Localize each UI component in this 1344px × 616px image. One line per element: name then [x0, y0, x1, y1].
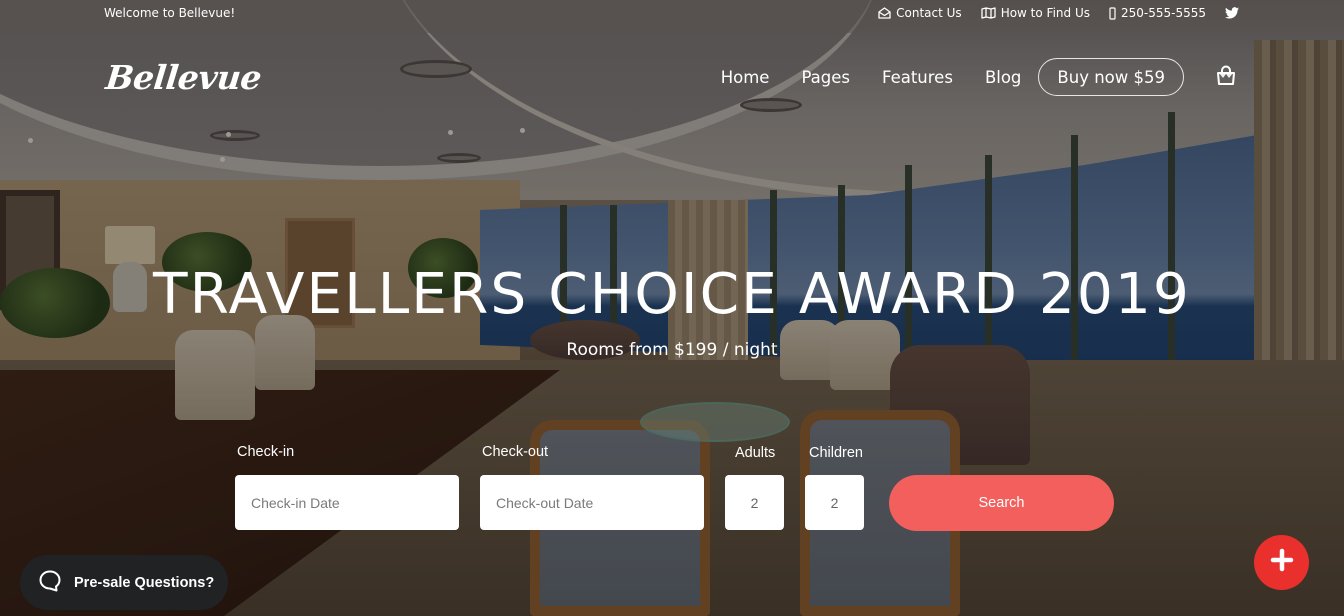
hero-title: TRAVELLERS CHOICE AWARD 2019: [153, 262, 1191, 327]
add-fab-button[interactable]: [1254, 535, 1309, 590]
main-nav: Home Pages Features Blog Buy now $59: [721, 58, 1236, 96]
children-label: Children: [809, 445, 863, 461]
chat-bubble-icon: [38, 569, 62, 597]
top-bar: Welcome to Bellevue! Contact Us How to F…: [0, 0, 1344, 33]
contact-us-link[interactable]: Contact Us: [878, 6, 962, 20]
buy-now-button[interactable]: Buy now $59: [1038, 58, 1184, 96]
twitter-icon: [1225, 7, 1239, 19]
search-button[interactable]: Search: [889, 475, 1114, 531]
envelope-open-icon: [878, 7, 891, 19]
nav-item-pages[interactable]: Pages: [801, 68, 850, 87]
adults-label: Adults: [735, 445, 776, 461]
site-logo[interactable]: Bellevue: [104, 58, 263, 97]
nav-item-blog[interactable]: Blog: [985, 68, 1021, 87]
checkout-label: Check-out: [482, 444, 549, 460]
phone-number: 250-555-5555: [1120, 6, 1206, 20]
how-to-find-us-link[interactable]: How to Find Us: [981, 6, 1090, 20]
cart-button[interactable]: [1216, 65, 1236, 89]
phone-link[interactable]: 250-555-5555: [1109, 6, 1206, 20]
top-bar-links: Contact Us How to Find Us 250-555-5555: [878, 6, 1239, 20]
hero-subtitle: Rooms from $199 / night: [566, 340, 778, 360]
adults-input[interactable]: [725, 475, 784, 530]
presale-questions-label: Pre-sale Questions?: [74, 574, 215, 591]
phone-icon: [1109, 6, 1116, 20]
how-to-find-us-label: How to Find Us: [1000, 6, 1090, 20]
checkout-date-input[interactable]: [480, 475, 704, 530]
shopping-bag-icon: [1216, 65, 1236, 89]
nav-item-features[interactable]: Features: [882, 68, 953, 87]
welcome-text: Welcome to Bellevue!: [104, 6, 236, 20]
presale-questions-button[interactable]: Pre-sale Questions?: [20, 555, 228, 610]
contact-us-label: Contact Us: [896, 6, 962, 20]
children-input[interactable]: [805, 475, 864, 530]
twitter-link[interactable]: [1225, 7, 1239, 19]
checkin-date-input[interactable]: [235, 475, 459, 530]
checkin-label: Check-in: [237, 444, 295, 460]
nav-item-home[interactable]: Home: [721, 68, 770, 87]
plus-icon: [1270, 548, 1294, 577]
map-icon: [981, 7, 996, 19]
